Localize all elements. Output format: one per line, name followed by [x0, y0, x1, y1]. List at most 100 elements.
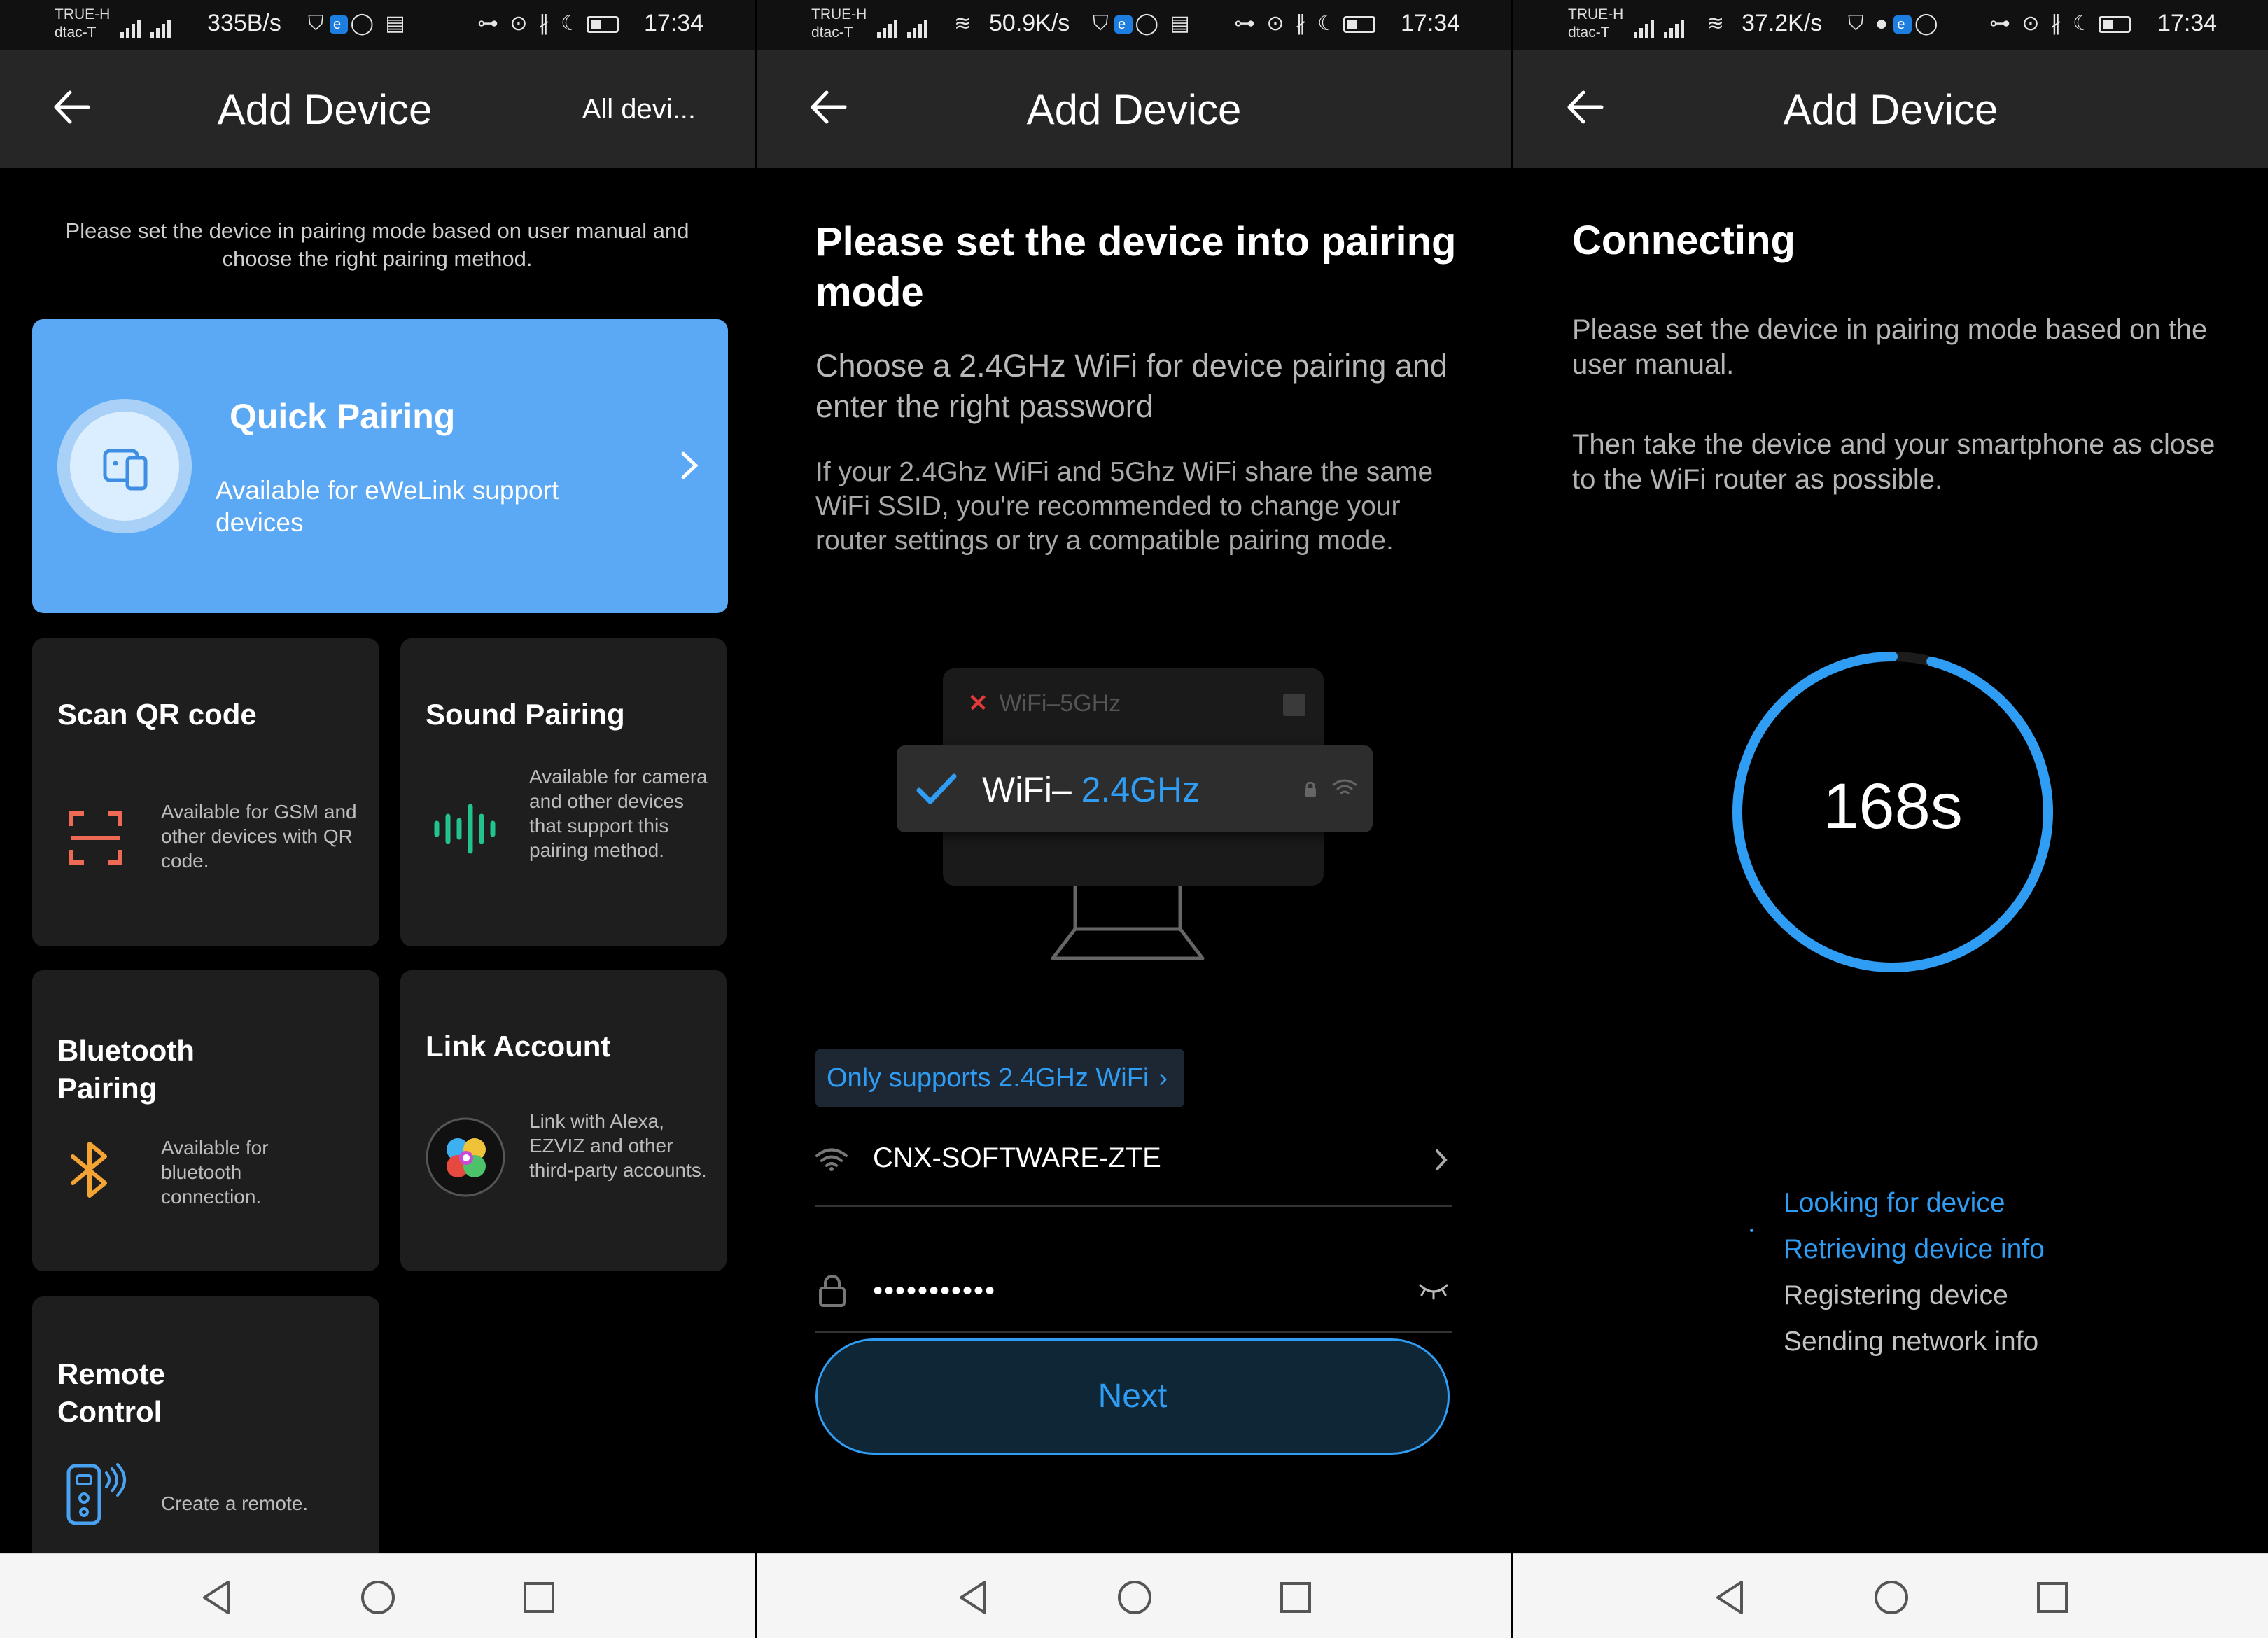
wifi-5ghz-row: ✕ WiFi–5GHz — [968, 690, 1121, 717]
intro-text: Please set the device in pairing mode ba… — [65, 218, 690, 271]
link-account-icon — [426, 1117, 505, 1197]
card-desc: Available for bluetooth connection. — [161, 1137, 269, 1208]
step-registering: Registering device — [1784, 1280, 2008, 1310]
step-retrieving-info: Retrieving device info — [1784, 1234, 2045, 1264]
eye-closed-icon[interactable] — [1418, 1280, 1450, 1301]
status-bar: TRUE-H dtac-T ≋ 37.2K/s ⛉ ● e ◯ ⊶ ⊙ ∦ ☾ 17… — [1513, 0, 2268, 50]
bluetooth-icon — [71, 1142, 107, 1198]
page-title: Add Device — [217, 86, 433, 133]
quick-pairing-icon-bg — [57, 399, 192, 533]
quick-pairing-card[interactable]: Quick Pairing Available for eWeLink supp… — [32, 319, 728, 613]
card-title: Bluetooth Pairing — [57, 1034, 195, 1105]
card-desc: Link with Alexa, EZVIZ and other third-p… — [529, 1110, 707, 1181]
battery-icon — [587, 16, 620, 34]
card-title: Link Account — [426, 1030, 611, 1063]
nav-home-icon[interactable] — [358, 1578, 398, 1617]
lock-icon — [819, 1275, 846, 1307]
chevron-right-icon — [681, 451, 699, 479]
check-icon — [916, 774, 957, 804]
link-account-card[interactable]: Link Account Link with Alexa, EZVIZ and … — [400, 970, 727, 1271]
next-button[interactable]: Next — [816, 1338, 1450, 1455]
app-header: Add Device — [757, 50, 1511, 168]
wifi-password-field[interactable]: ••••••••••• — [816, 1246, 1452, 1333]
scan-qr-card[interactable]: Scan QR code Available for GSM and other… — [32, 638, 379, 946]
page-title: Add Device — [1026, 86, 1242, 133]
system-nav-bar — [0, 1553, 755, 1638]
screen-wifi-setup: TRUE-H dtac-T ≋ 50.9K/s ⛉ e ◯ ▤ ⊶ ⊙ ∦ ☾ 17… — [757, 0, 1511, 1638]
sound-pairing-card[interactable]: Sound Pairing Available for camera and o… — [400, 638, 727, 946]
remote-control-icon — [66, 1463, 126, 1525]
only-24ghz-chip[interactable]: Only supports 2.4GHz WiFi › — [816, 1049, 1184, 1107]
network-speed: 37.2K/s — [1742, 10, 1823, 36]
nav-recents-icon[interactable] — [1276, 1578, 1315, 1617]
password-value: ••••••••••• — [873, 1275, 997, 1306]
lock-icon — [1305, 782, 1316, 797]
system-nav-bar — [1513, 1553, 2268, 1638]
all-devices-link[interactable]: All devi... — [582, 94, 696, 125]
card-title: Sound Pairing — [426, 698, 625, 731]
system-icons: ⊶ ⊙ ∦ ☾ — [477, 11, 620, 36]
nav-recents-icon[interactable] — [2033, 1578, 2072, 1617]
card-desc: Create a remote. — [161, 1492, 309, 1514]
wifi-ssid: CNX-SOFTWARE-ZTE — [873, 1142, 1161, 1173]
nav-back-icon[interactable] — [197, 1578, 237, 1617]
battery-icon — [1343, 16, 1376, 34]
card-title: Remote Control — [57, 1357, 166, 1428]
carrier-labels: TRUE-H dtac-T — [811, 6, 867, 42]
pairing-subheading: Choose a 2.4GHz WiFi for device pairing … — [816, 348, 1448, 424]
step-sending-network: Sending network info — [1784, 1326, 2039, 1357]
cross-icon: ✕ — [968, 690, 988, 717]
app-header: Add Device — [1513, 50, 2268, 168]
nav-home-icon[interactable] — [1872, 1578, 1911, 1617]
card-title: Scan QR code — [57, 698, 257, 731]
status-icons: ⛉ e ◯ ▤ — [1093, 12, 1193, 35]
status-icons: ⛉ ● e ◯ — [1848, 12, 1941, 35]
monitor-stand-icon — [1051, 886, 1205, 960]
carrier-2: dtac-T — [1568, 24, 1610, 41]
network-speed: 335B/s — [207, 10, 281, 36]
status-bar: TRUE-H dtac-T ≋ 50.9K/s ⛉ e ◯ ▤ ⊶ ⊙ ∦ ☾ 17… — [757, 0, 1511, 50]
wifi-icon — [816, 1148, 848, 1171]
pairing-note: If your 2.4Ghz WiFi and 5Ghz WiFi share … — [816, 457, 1434, 556]
chevron-right-icon: › — [1158, 1063, 1168, 1093]
connecting-heading: Connecting — [1572, 218, 1795, 263]
clock: 17:34 — [2157, 10, 2218, 36]
system-icons: ⊶ ⊙ ∦ ☾ — [1989, 11, 2132, 36]
bluetooth-pairing-card[interactable]: Bluetooth Pairing Available for bluetoot… — [32, 970, 379, 1271]
status-bar: TRUE-H dtac-T 335B/s ⛉ e ◯ ▤ ⊶ ⊙ ∦ ☾ 17:34 — [0, 0, 755, 50]
chevron-right-icon — [1436, 1149, 1448, 1170]
carrier-1: TRUE-H — [811, 6, 867, 22]
device-phone-icon — [103, 449, 148, 491]
wifi-status-icon: ≋ — [1707, 12, 1728, 35]
carrier-2: dtac-T — [55, 24, 97, 41]
carrier-2: dtac-T — [811, 24, 853, 41]
app-badge-icon: e — [1114, 15, 1133, 34]
card-desc: Available for camera and other devices t… — [529, 766, 708, 861]
screen-add-device-methods: TRUE-H dtac-T 335B/s ⛉ e ◯ ▤ ⊶ ⊙ ∦ ☾ 17:34… — [0, 0, 755, 1638]
network-speed: 50.9K/s — [989, 10, 1070, 36]
nav-back-icon[interactable] — [1711, 1578, 1750, 1617]
clock: 17:34 — [1401, 10, 1461, 36]
quick-pairing-desc: Available for eWeLink support devices — [216, 476, 559, 537]
carrier-labels: TRUE-H dtac-T — [1568, 6, 1623, 42]
app-header: Add Device All devi... — [0, 50, 755, 168]
wifi-ssid-selector[interactable]: CNX-SOFTWARE-ZTE — [816, 1127, 1452, 1207]
signal-icon — [1634, 13, 1684, 38]
wifi-status-icon: ≋ — [954, 12, 975, 35]
nav-recents-icon[interactable] — [519, 1578, 559, 1617]
carrier-1: TRUE-H — [1568, 6, 1624, 22]
nav-back-icon[interactable] — [954, 1578, 993, 1617]
nav-home-icon[interactable] — [1115, 1578, 1154, 1617]
step-indicator-dot — [1750, 1228, 1754, 1232]
clock: 17:34 — [644, 10, 704, 36]
system-nav-bar — [757, 1553, 1511, 1638]
connection-steps: Looking for device Retrieving device inf… — [1784, 1180, 2045, 1365]
quick-pairing-title: Quick Pairing — [230, 397, 456, 436]
page-title: Add Device — [1783, 86, 1998, 133]
countdown-seconds: 168s — [1823, 771, 1963, 842]
screen-connecting: TRUE-H dtac-T ≋ 37.2K/s ⛉ ● e ◯ ⊶ ⊙ ∦ ☾ 17… — [1513, 0, 2268, 1638]
connecting-text-2: Then take the device and your smartphone… — [1572, 429, 2216, 495]
wifi-24ghz-row: WiFi– 2.4GHz — [897, 746, 1373, 832]
signal-icon — [120, 13, 171, 38]
signal-icon — [877, 13, 927, 38]
